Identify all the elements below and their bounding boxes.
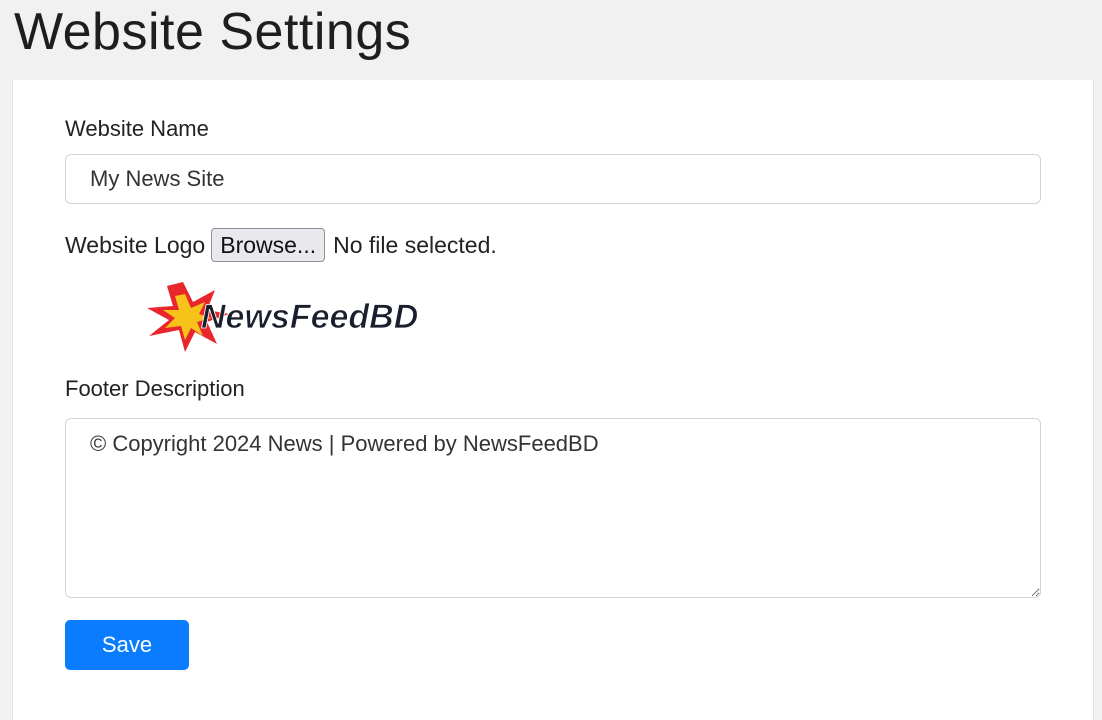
website-name-input[interactable]	[65, 154, 1041, 204]
website-logo-row: Website Logo Browse... No file selected.	[65, 228, 497, 262]
file-status-text: No file selected.	[333, 231, 497, 258]
browse-button[interactable]: Browse...	[211, 228, 326, 262]
footer-description-textarea[interactable]: © Copyright 2024 News | Powered by NewsF…	[65, 418, 1041, 598]
website-name-label: Website Name	[65, 116, 209, 141]
website-logo-image: NewsFeedBD	[147, 282, 419, 352]
footer-description-label: Footer Description	[65, 376, 245, 401]
save-button[interactable]: Save	[65, 620, 189, 670]
website-logo-label: Website Logo	[65, 231, 206, 258]
logo-text: NewsFeedBD	[201, 298, 418, 336]
settings-card: Website Name Website Logo Browse... No f…	[12, 80, 1094, 720]
page-title: Website Settings	[14, 3, 412, 61]
